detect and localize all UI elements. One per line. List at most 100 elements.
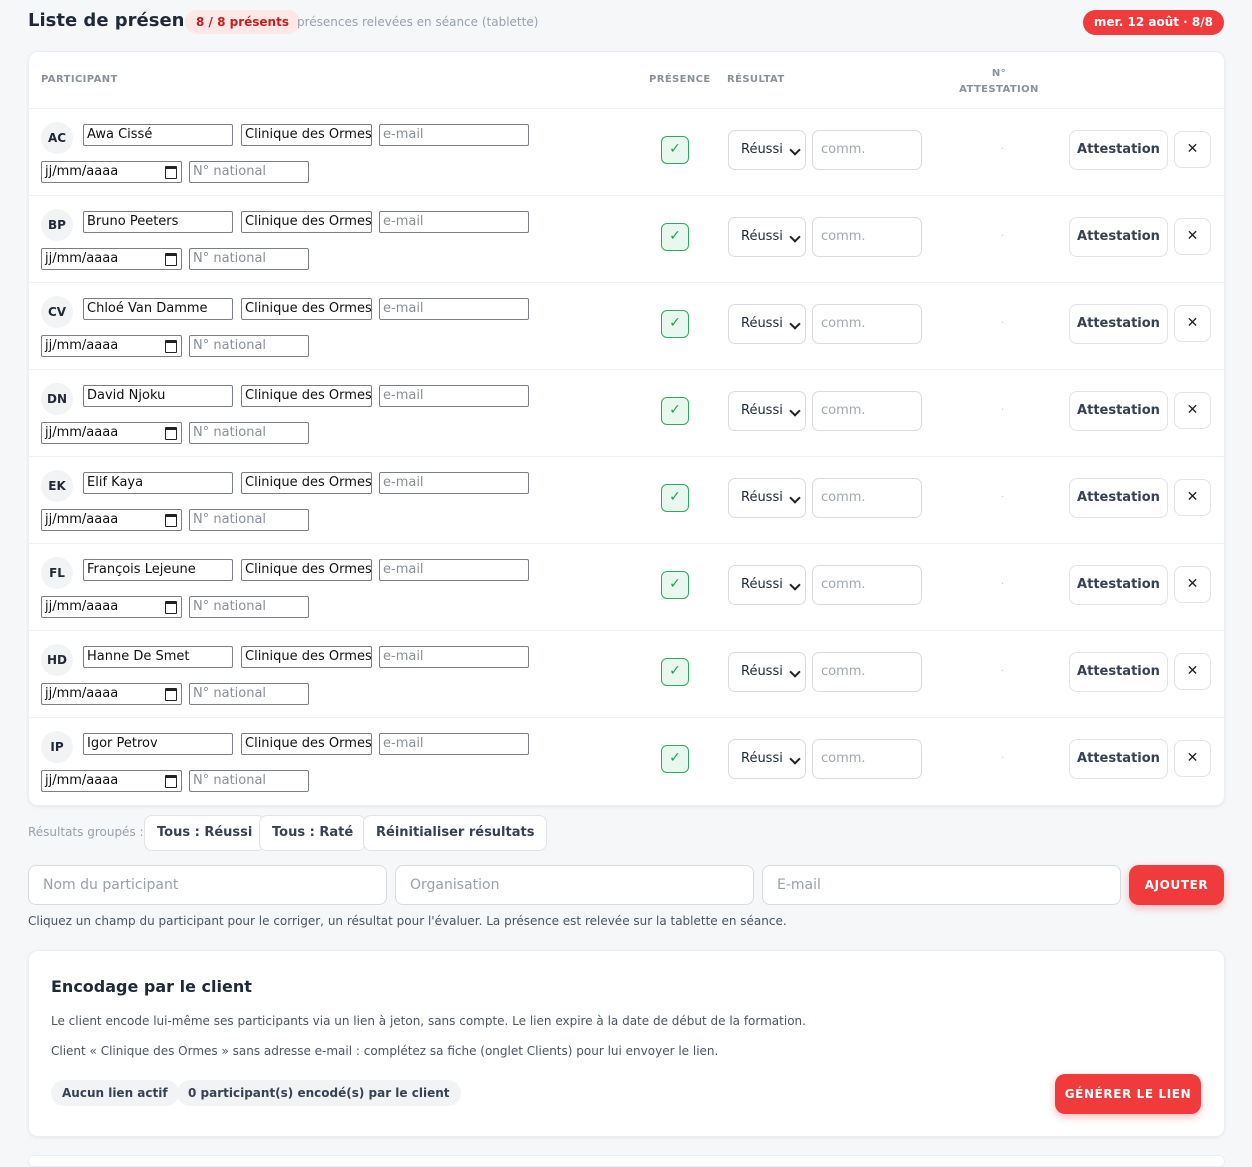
remove-participant-button[interactable]: ✕ bbox=[1174, 305, 1211, 342]
result-select[interactable]: Réussi bbox=[728, 478, 806, 518]
national-number-field[interactable]: N° national bbox=[189, 509, 309, 531]
result-select[interactable]: Réussi bbox=[728, 565, 806, 605]
email-field[interactable]: e-mail bbox=[379, 211, 529, 233]
remove-participant-button[interactable]: ✕ bbox=[1174, 653, 1211, 690]
comment-field[interactable]: comm. bbox=[812, 217, 922, 257]
participant-name-field[interactable]: Hanne De Smet bbox=[83, 646, 233, 668]
organisation-field[interactable]: Clinique des Ormes bbox=[241, 646, 372, 668]
national-number-field[interactable]: N° national bbox=[189, 422, 309, 444]
email-field[interactable]: e-mail bbox=[379, 385, 529, 407]
email-field[interactable]: e-mail bbox=[379, 472, 529, 494]
presence-checkbox[interactable]: ✓ bbox=[661, 397, 689, 425]
birth-date-field[interactable]: jj/mm/aaaa bbox=[41, 248, 182, 270]
participant-name-input[interactable]: Nom du participant bbox=[28, 865, 387, 905]
remove-participant-button[interactable]: ✕ bbox=[1174, 131, 1211, 168]
birth-date-field[interactable]: jj/mm/aaaa bbox=[41, 770, 182, 792]
all-pass-button[interactable]: Tous : Réussi bbox=[144, 815, 266, 851]
all-fail-button[interactable]: Tous : Raté bbox=[259, 815, 367, 851]
email-field[interactable]: e-mail bbox=[379, 733, 529, 755]
presence-checkbox[interactable]: ✓ bbox=[661, 745, 689, 773]
comment-field[interactable]: comm. bbox=[812, 565, 922, 605]
birth-date-field[interactable]: jj/mm/aaaa bbox=[41, 161, 182, 183]
email-field[interactable]: e-mail bbox=[379, 124, 529, 146]
remove-participant-button[interactable]: ✕ bbox=[1174, 566, 1211, 603]
organisation-field[interactable]: Clinique des Ormes bbox=[241, 211, 372, 233]
participant-name-field[interactable]: Awa Cissé bbox=[83, 124, 233, 146]
participant-name-field[interactable]: Igor Petrov bbox=[83, 733, 233, 755]
participant-name-field[interactable]: Elif Kaya bbox=[83, 472, 233, 494]
attestation-button[interactable]: Attestation bbox=[1069, 565, 1168, 605]
birth-date-field[interactable]: jj/mm/aaaa bbox=[41, 335, 182, 357]
comment-field[interactable]: comm. bbox=[812, 130, 922, 170]
presence-checkbox[interactable]: ✓ bbox=[661, 223, 689, 251]
calendar-icon[interactable] bbox=[165, 427, 177, 440]
calendar-icon[interactable] bbox=[165, 340, 177, 353]
remove-participant-button[interactable]: ✕ bbox=[1174, 392, 1211, 429]
attestation-button[interactable]: Attestation bbox=[1069, 304, 1168, 344]
birth-date-field[interactable]: jj/mm/aaaa bbox=[41, 596, 182, 618]
attestation-button[interactable]: Attestation bbox=[1069, 652, 1168, 692]
table-row: DN David Njoku Clinique des Ormes e-mail jj/… bbox=[29, 369, 1224, 457]
national-number-field[interactable]: N° national bbox=[189, 596, 309, 618]
organisation-field[interactable]: Clinique des Ormes bbox=[241, 385, 372, 407]
remove-participant-button[interactable]: ✕ bbox=[1174, 479, 1211, 516]
organisation-field[interactable]: Clinique des Ormes bbox=[241, 559, 372, 581]
attestation-button[interactable]: Attestation bbox=[1069, 391, 1168, 431]
national-number-field[interactable]: N° national bbox=[189, 683, 309, 705]
organisation-field[interactable]: Clinique des Ormes bbox=[241, 298, 372, 320]
organisation-input[interactable]: Organisation bbox=[395, 865, 754, 905]
comment-field[interactable]: comm. bbox=[812, 304, 922, 344]
attestation-button[interactable]: Attestation bbox=[1069, 478, 1168, 518]
birth-date-field[interactable]: jj/mm/aaaa bbox=[41, 509, 182, 531]
national-number-field[interactable]: N° national bbox=[189, 335, 309, 357]
participant-name-field[interactable]: Chloé Van Damme bbox=[83, 298, 233, 320]
calendar-icon[interactable] bbox=[165, 514, 177, 527]
presence-checkbox[interactable]: ✓ bbox=[661, 310, 689, 338]
presence-checkbox[interactable]: ✓ bbox=[661, 484, 689, 512]
calendar-icon[interactable] bbox=[165, 775, 177, 788]
generate-link-button[interactable]: GÉNÉRER LE LIEN bbox=[1055, 1074, 1201, 1114]
add-participant-button[interactable]: AJOUTER bbox=[1129, 865, 1224, 905]
calendar-icon[interactable] bbox=[165, 601, 177, 614]
result-select[interactable]: Réussi bbox=[728, 217, 806, 257]
calendar-icon[interactable] bbox=[165, 253, 177, 266]
comment-field[interactable]: comm. bbox=[812, 478, 922, 518]
calendar-icon[interactable] bbox=[165, 688, 177, 701]
email-field[interactable]: e-mail bbox=[379, 559, 529, 581]
birth-date-field[interactable]: jj/mm/aaaa bbox=[41, 422, 182, 444]
comment-field[interactable]: comm. bbox=[812, 739, 922, 779]
national-number-field[interactable]: N° national bbox=[189, 161, 309, 183]
presence-checkbox[interactable]: ✓ bbox=[661, 658, 689, 686]
calendar-icon[interactable] bbox=[165, 166, 177, 179]
attestation-button[interactable]: Attestation bbox=[1069, 217, 1168, 257]
result-select[interactable]: Réussi bbox=[728, 130, 806, 170]
attestation-button[interactable]: Attestation bbox=[1069, 739, 1168, 779]
presence-checkbox[interactable]: ✓ bbox=[661, 571, 689, 599]
result-select[interactable]: Réussi bbox=[728, 391, 806, 431]
organisation-field[interactable]: Clinique des Ormes bbox=[241, 124, 372, 146]
email-input[interactable]: E-mail bbox=[762, 865, 1121, 905]
birth-date-field[interactable]: jj/mm/aaaa bbox=[41, 683, 182, 705]
remove-participant-button[interactable]: ✕ bbox=[1174, 740, 1211, 777]
attestation-button[interactable]: Attestation bbox=[1069, 130, 1168, 170]
result-select[interactable]: Réussi bbox=[728, 652, 806, 692]
comment-field[interactable]: comm. bbox=[812, 391, 922, 431]
email-field[interactable]: e-mail bbox=[379, 646, 529, 668]
chevron-down-icon bbox=[789, 492, 801, 504]
attendance-table: PARTICIPANT PRÉSENCE RÉSULTAT N° ATTESTA… bbox=[28, 51, 1225, 806]
organisation-field[interactable]: Clinique des Ormes bbox=[241, 733, 372, 755]
comment-field[interactable]: comm. bbox=[812, 652, 922, 692]
organisation-field[interactable]: Clinique des Ormes bbox=[241, 472, 372, 494]
email-field[interactable]: e-mail bbox=[379, 298, 529, 320]
participant-name-field[interactable]: David Njoku bbox=[83, 385, 233, 407]
remove-participant-button[interactable]: ✕ bbox=[1174, 218, 1211, 255]
result-select[interactable]: Réussi bbox=[728, 739, 806, 779]
participant-name-field[interactable]: François Lejeune bbox=[83, 559, 233, 581]
national-number-field[interactable]: N° national bbox=[189, 770, 309, 792]
client-encoding-description: Le client encode lui-même ses participan… bbox=[51, 1014, 806, 1028]
result-select[interactable]: Réussi bbox=[728, 304, 806, 344]
participant-name-field[interactable]: Bruno Peeters bbox=[83, 211, 233, 233]
presence-checkbox[interactable]: ✓ bbox=[661, 136, 689, 164]
reset-results-button[interactable]: Réinitialiser résultats bbox=[363, 815, 548, 851]
national-number-field[interactable]: N° national bbox=[189, 248, 309, 270]
